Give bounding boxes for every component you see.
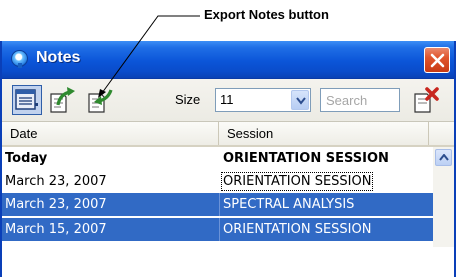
column-header: Date Session	[2, 122, 454, 147]
export-notes-button[interactable]	[46, 85, 76, 115]
notes-app-icon	[11, 50, 28, 68]
row-session: ORIENTATION SESSION	[223, 222, 372, 237]
notes-list: Today ORIENTATION SESSION March 23, 2007…	[2, 147, 454, 247]
column-header-session[interactable]: Session	[219, 122, 429, 145]
notes-view-icon	[15, 89, 38, 110]
scroll-up-icon	[439, 154, 449, 161]
chevron-down-icon	[296, 97, 306, 105]
row-date: Today	[5, 151, 48, 166]
window-title: Notes	[36, 49, 81, 66]
delete-note-button[interactable]	[410, 85, 440, 115]
table-row[interactable]: Today ORIENTATION SESSION	[2, 147, 454, 170]
export-notes-icon	[50, 87, 75, 113]
row-date: March 15, 2007	[5, 222, 107, 237]
font-size-select[interactable]: 11	[215, 88, 311, 112]
column-header-filler	[429, 122, 454, 145]
close-icon	[430, 53, 445, 68]
delete-note-icon	[414, 87, 439, 113]
scrollbar[interactable]	[433, 147, 454, 247]
scroll-up-button[interactable]	[435, 149, 452, 166]
export-notes-callout-label: Export Notes button	[204, 7, 329, 22]
notes-view-button[interactable]	[12, 85, 42, 115]
row-date: March 23, 2007	[5, 174, 107, 189]
row-session: ORIENTATION SESSION	[220, 172, 374, 191]
row-session: SPECTRAL ANALYSIS	[223, 197, 355, 212]
title-bar[interactable]: Notes	[2, 41, 454, 79]
column-header-date[interactable]: Date	[2, 122, 219, 145]
notes-window: Notes Size 11 Search Date Session Today …	[0, 41, 456, 277]
row-date: March 23, 2007	[5, 197, 107, 212]
row-session: ORIENTATION SESSION	[223, 151, 389, 166]
table-row[interactable]: March 15, 2007 ORIENTATION SESSION	[2, 218, 454, 241]
close-button[interactable]	[424, 47, 450, 73]
table-row[interactable]: March 23, 2007 SPECTRAL ANALYSIS	[2, 193, 454, 216]
font-size-value: 11	[220, 92, 234, 107]
size-label: Size	[175, 92, 201, 107]
import-notes-button[interactable]	[84, 85, 114, 115]
import-notes-icon	[88, 89, 113, 113]
search-input[interactable]	[320, 88, 400, 112]
font-size-dropdown-button[interactable]	[291, 90, 309, 110]
toolbar: Size 11	[2, 79, 454, 122]
table-row[interactable]: March 23, 2007 ORIENTATION SESSION	[2, 170, 454, 193]
